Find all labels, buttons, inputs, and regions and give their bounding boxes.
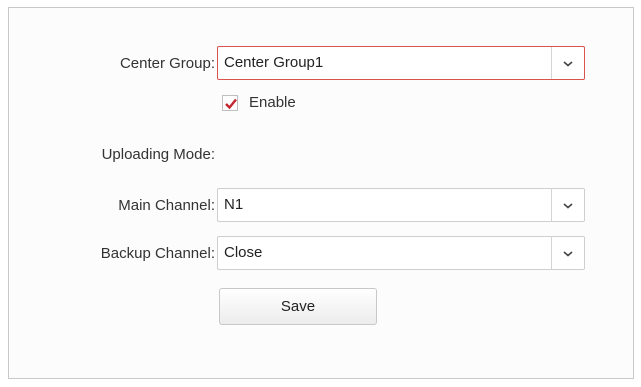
enable-label: Enable: [249, 94, 296, 111]
check-icon: [225, 98, 237, 110]
chevron-down-icon: [563, 60, 573, 67]
center-group-label: Center Group:: [119, 55, 215, 72]
backup-channel-dropdown-button[interactable]: [551, 237, 584, 269]
save-button[interactable]: Save: [219, 288, 377, 325]
chevron-down-icon: [563, 250, 573, 257]
center-group-settings-panel: Center Group: Center Group1 Enable Uploa…: [8, 7, 634, 379]
center-group-value: Center Group1: [224, 54, 324, 71]
center-group-dropdown-button[interactable]: [551, 47, 584, 79]
center-group-select[interactable]: Center Group1: [217, 46, 585, 80]
main-channel-label: Main Channel:: [118, 197, 215, 214]
uploading-mode-label: Uploading Mode:: [101, 146, 215, 163]
backup-channel-select[interactable]: Close: [217, 236, 585, 270]
backup-channel-label: Backup Channel:: [100, 245, 215, 262]
main-channel-select[interactable]: N1: [217, 188, 585, 222]
chevron-down-icon: [563, 202, 573, 209]
main-channel-dropdown-button[interactable]: [551, 189, 584, 221]
main-channel-value: N1: [224, 196, 244, 213]
enable-checkbox[interactable]: [222, 95, 238, 111]
backup-channel-value: Close: [224, 244, 263, 261]
